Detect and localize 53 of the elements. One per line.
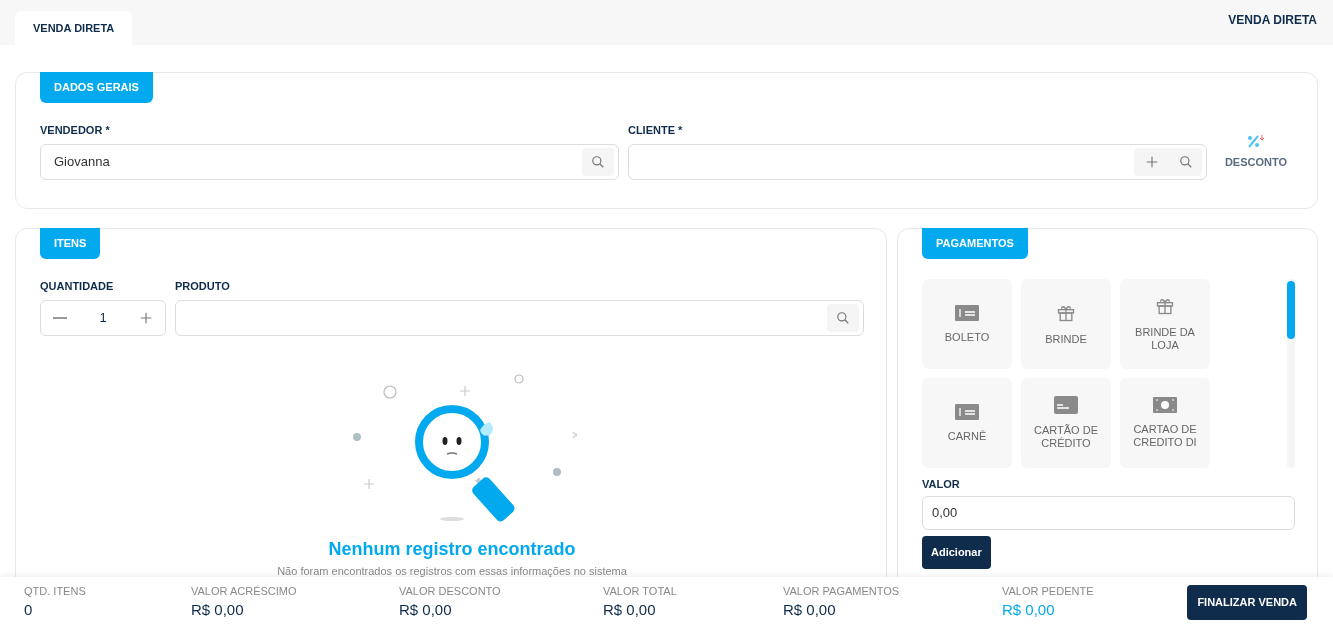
bill-icon	[955, 304, 979, 321]
total-value: R$ 0,00	[399, 600, 453, 620]
empty-message: Não foram encontrados os registros com essas informações no sistema	[277, 563, 627, 579]
total-label: VALOR PAGAMENTOS	[783, 583, 901, 599]
payment-method[interactable]: CARNÊ	[922, 378, 1012, 468]
total-label: VALOR PEDENTE	[1002, 583, 1095, 599]
total-value: R$ 0,00	[603, 600, 657, 620]
quantity-stepper[interactable]: 1	[40, 299, 166, 336]
page-title: VENDA DIRETA	[1228, 12, 1317, 29]
seller-field[interactable]: Giovanna	[40, 143, 619, 180]
minus-icon	[53, 316, 67, 319]
total-label: VALOR TOTAL	[603, 583, 678, 599]
total-value: R$ 0,00	[191, 600, 245, 620]
client-field[interactable]	[627, 143, 1207, 180]
payment-method[interactable]: CARTÃO DE CRÉDITO	[1021, 378, 1111, 468]
total-label: VALOR DESCONTO	[399, 583, 502, 599]
search-icon	[1178, 154, 1193, 169]
total-label: QTD. ITENS	[24, 583, 87, 599]
card-icon	[1054, 396, 1078, 414]
search-icon	[590, 154, 605, 169]
tab[interactable]: VENDA DIRETA	[15, 11, 133, 45]
bill-icon	[955, 403, 979, 420]
total-value: R$ 0,00	[1002, 600, 1056, 620]
plus-icon	[139, 310, 153, 325]
discount-button[interactable]: DESCONTO	[1224, 134, 1287, 171]
payment-method[interactable]: BRINDE DA LOJA	[1120, 279, 1210, 369]
percent-icon	[1246, 134, 1265, 148]
payment-method[interactable]: CARTAO DE CREDITO DI	[1120, 378, 1210, 468]
add-payment-button[interactable]: Adicionar	[922, 535, 991, 569]
banknote-icon	[1153, 397, 1177, 413]
search-icon	[836, 310, 850, 325]
payment-method[interactable]: BOLETO	[922, 279, 1012, 369]
value-field[interactable]: 0,00	[922, 495, 1295, 530]
empty-title: Nenhum registro encontrado	[328, 537, 576, 561]
total-value: 0	[24, 600, 34, 620]
field-label: QUANTIDADE	[40, 279, 115, 294]
section-title: PAGAMENTOS	[922, 228, 1028, 259]
total-value: R$ 0,00	[783, 600, 837, 620]
search-button[interactable]	[581, 147, 614, 176]
product-field[interactable]	[175, 299, 864, 336]
field-label: VALOR	[922, 477, 961, 492]
payment-method[interactable]: BRINDE	[1021, 279, 1111, 369]
finish-sale-button[interactable]: FINALIZAR VENDA	[1187, 584, 1307, 620]
scrollbar-thumb[interactable]	[1287, 281, 1295, 339]
field-label: CLIENTE *	[627, 123, 684, 138]
section-title: DADOS GERAIS	[40, 72, 153, 103]
section-title: ITENS	[40, 228, 101, 259]
field-label: VENDEDOR *	[40, 123, 111, 138]
total-label: VALOR ACRÉSCIMO	[191, 583, 298, 599]
field-label: PRODUTO	[175, 279, 231, 294]
search-button[interactable]	[827, 303, 859, 332]
gift-icon	[1155, 296, 1175, 316]
plus-icon	[1144, 154, 1159, 169]
